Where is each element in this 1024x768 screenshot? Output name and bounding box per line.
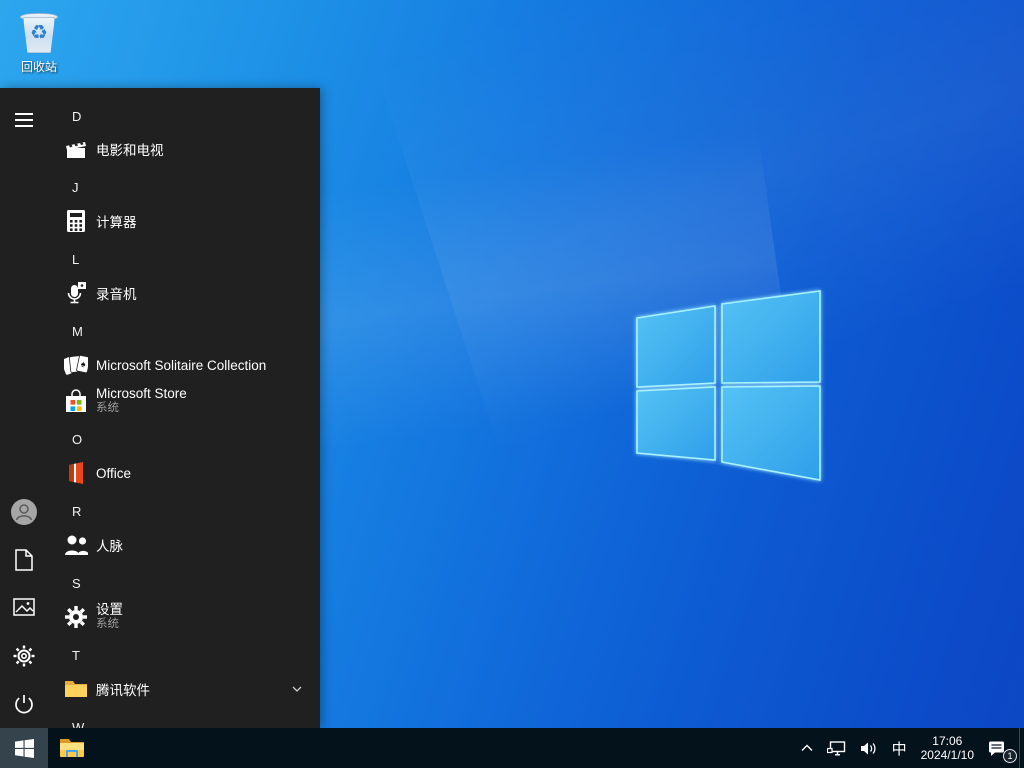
- app-label: Microsoft Store: [96, 386, 187, 401]
- section-letter-O[interactable]: O: [48, 427, 320, 451]
- taskbar: 中 17:06 2024/1/10 1: [0, 728, 1024, 768]
- calculator-icon: [64, 209, 88, 233]
- pictures-icon: [13, 598, 35, 616]
- start-menu-rail: [0, 88, 48, 728]
- solitaire-icon: ♠: [64, 353, 88, 377]
- action-center-button[interactable]: 1: [981, 728, 1019, 768]
- section-letter-R[interactable]: R: [48, 499, 320, 523]
- app-item-movies-tv[interactable]: 电影和电视: [48, 131, 320, 167]
- volume-tray-button[interactable]: [853, 728, 885, 768]
- taskbar-clock[interactable]: 17:06 2024/1/10: [914, 728, 981, 768]
- movies-tv-icon: [64, 137, 88, 161]
- app-item-voice-recorder[interactable]: 录音机: [48, 275, 320, 311]
- app-label: 设置: [96, 602, 123, 617]
- tray-overflow-button[interactable]: [794, 728, 820, 768]
- power-button[interactable]: [0, 680, 48, 728]
- clock-date: 2024/1/10: [920, 748, 974, 762]
- section-letter-W[interactable]: W: [48, 715, 320, 729]
- folder-icon: [64, 677, 88, 701]
- power-icon: [15, 695, 33, 714]
- start-menu-app-list: D 电影和电视 J 计算器 L 录音机 M ♠ Microsoft Solita…: [48, 88, 320, 728]
- section-letter-M[interactable]: M: [48, 319, 320, 343]
- settings-icon: [13, 645, 35, 667]
- documents-icon: [15, 549, 33, 571]
- file-explorer-icon: [60, 739, 84, 757]
- hamburger-menu-icon: [15, 113, 33, 127]
- app-group-tencent-software[interactable]: 腾讯软件: [48, 671, 320, 707]
- app-sublabel: 系统: [96, 618, 119, 630]
- settings-gear-icon: [64, 605, 88, 629]
- app-item-settings[interactable]: 设置 系统: [48, 595, 320, 639]
- office-icon: [64, 461, 88, 485]
- file-explorer-button[interactable]: [48, 728, 96, 768]
- speaker-icon: [860, 742, 876, 754]
- start-menu: D 电影和电视 J 计算器 L 录音机 M ♠ Microsoft Solita…: [0, 88, 320, 728]
- chevron-up-icon: [801, 744, 813, 751]
- user-avatar-icon: [11, 499, 37, 525]
- network-tray-button[interactable]: [820, 728, 853, 768]
- notification-badge: 1: [1003, 749, 1017, 763]
- voice-recorder-icon: [64, 281, 88, 305]
- system-tray: 中 17:06 2024/1/10 1: [794, 728, 1024, 768]
- recycle-bin-desktop-icon[interactable]: ♻ 回收站: [10, 8, 68, 75]
- chevron-down-icon: [292, 686, 302, 692]
- section-letter-L[interactable]: L: [48, 247, 320, 271]
- network-icon: [826, 740, 845, 756]
- app-item-solitaire[interactable]: ♠ Microsoft Solitaire Collection: [48, 347, 320, 383]
- pictures-button[interactable]: [0, 583, 48, 631]
- recycle-bin-label: 回收站: [20, 60, 57, 74]
- start-button[interactable]: [0, 728, 48, 768]
- show-desktop-button[interactable]: [1019, 728, 1024, 768]
- app-item-office[interactable]: Office: [48, 455, 320, 491]
- expand-menu-button[interactable]: [0, 96, 48, 144]
- documents-button[interactable]: [0, 536, 48, 584]
- section-letter-T[interactable]: T: [48, 643, 320, 667]
- section-letter-J[interactable]: J: [48, 175, 320, 199]
- recycle-bin-icon: ♻: [17, 8, 61, 56]
- clock-time: 17:06: [932, 734, 963, 748]
- app-sublabel: 系统: [96, 402, 119, 414]
- windows-logo-icon: [14, 738, 34, 758]
- section-letter-D[interactable]: D: [48, 104, 320, 128]
- section-letter-S[interactable]: S: [48, 571, 320, 595]
- people-icon: [64, 533, 88, 557]
- app-item-people[interactable]: 人脉: [48, 527, 320, 563]
- app-item-calculator[interactable]: 计算器: [48, 203, 320, 239]
- user-account-button[interactable]: [0, 488, 48, 536]
- store-icon: [64, 389, 88, 413]
- settings-button[interactable]: [0, 632, 48, 680]
- app-item-microsoft-store[interactable]: Microsoft Store 系统: [48, 379, 320, 423]
- ime-indicator[interactable]: 中: [885, 728, 914, 768]
